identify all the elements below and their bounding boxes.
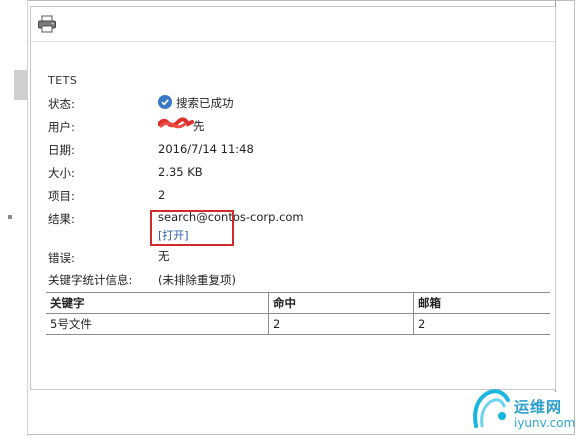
left-pane <box>0 0 28 436</box>
size-label: 大小: <box>48 166 75 180</box>
watermark-logo-icon <box>473 389 510 428</box>
table-row: 5号文件 2 2 <box>46 313 550 335</box>
watermark-domain: iyunv.com <box>514 416 576 430</box>
keyword-stats-value: (未排除重复项) <box>158 273 236 287</box>
keyword-stats-label: 关键字统计信息: <box>48 273 133 287</box>
user-value: 先 <box>193 119 205 133</box>
watermark-title: 运维网 <box>514 398 563 416</box>
open-link[interactable]: [打开] <box>158 227 189 243</box>
printer-icon <box>38 15 56 33</box>
size-value: 2.35 KB <box>158 165 203 179</box>
column-header-mailboxes: 邮箱 <box>413 292 550 314</box>
status-label: 状态: <box>48 97 75 111</box>
column-header-hits: 命中 <box>268 292 414 314</box>
panel-toolbar <box>31 7 555 42</box>
cell-mailboxes: 2 <box>413 313 550 335</box>
left-pane-scrollbar[interactable] <box>14 70 27 100</box>
error-value: 无 <box>158 249 170 263</box>
items-label: 项目: <box>48 189 75 203</box>
cell-keyword: 5号文件 <box>46 313 269 335</box>
check-circle-icon <box>158 95 172 109</box>
status-text: 搜索已成功 <box>176 96 234 110</box>
user-label: 用户: <box>48 120 75 134</box>
date-value: 2016/7/14 11:48 <box>158 142 254 156</box>
cell-hits: 2 <box>268 313 414 335</box>
table-header-row: 关键字 命中 邮箱 <box>46 292 550 314</box>
redaction-scribble <box>157 116 194 130</box>
column-header-keyword: 关键字 <box>46 292 269 314</box>
report-title: TETS <box>48 74 78 87</box>
status-value: 搜索已成功 <box>158 95 234 111</box>
result-label: 结果: <box>48 212 75 226</box>
print-button[interactable] <box>37 15 59 35</box>
items-value: 2 <box>158 188 166 202</box>
keyword-stats-table: 关键字 命中 邮箱 5号文件 2 2 <box>46 292 550 335</box>
error-label: 错误: <box>48 251 75 265</box>
date-label: 日期: <box>48 143 75 157</box>
splitter-handle[interactable] <box>8 215 12 219</box>
